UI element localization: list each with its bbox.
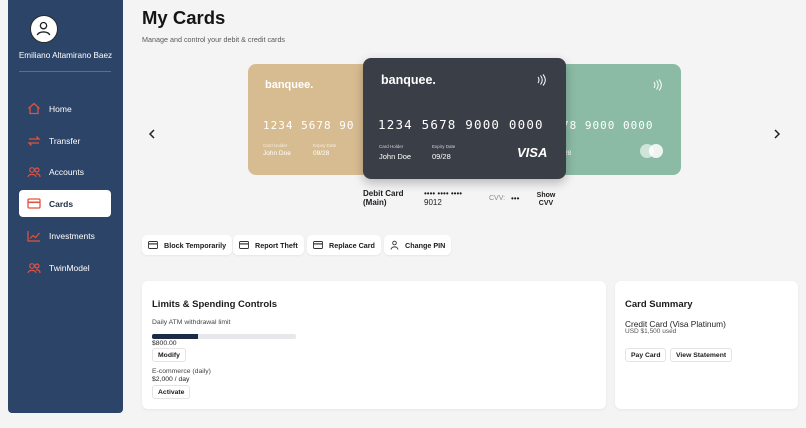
show-cvv-line: CVV [538, 200, 554, 207]
card-main[interactable]: banquee. 1234 5678 9000 0000 Card Holder… [363, 58, 566, 179]
chevron-left-icon [148, 129, 155, 139]
pin-icon [390, 240, 399, 250]
summary-used: USD $1,500 used [625, 328, 677, 335]
page-title: My Cards [142, 7, 226, 28]
card-type-line: (Main) [363, 198, 387, 207]
view-statement-button[interactable]: View Statement [670, 348, 733, 362]
contactless-icon [653, 79, 662, 91]
card-summary-panel: Card Summary Credit Card (Visa Platinum)… [615, 281, 798, 409]
sidebar-item-accounts[interactable]: Accounts [19, 158, 111, 185]
accounts-icon [19, 158, 49, 185]
sidebar-item-label: Home [49, 103, 72, 114]
card-icon [19, 190, 49, 217]
report-theft-button[interactable]: Report Theft [233, 235, 304, 255]
card-holder-label: Card Holder [263, 143, 288, 148]
user-name: Emiliano Altamirano Baez [18, 51, 113, 60]
atm-limit-value: $800.00 [152, 340, 177, 347]
home-icon [19, 95, 49, 122]
carousel-prev-button[interactable] [144, 126, 160, 142]
atm-limit-progress-fill [152, 334, 199, 339]
atm-limit-progress [152, 334, 296, 339]
sidebar-item-twinmodel[interactable]: TwinModel [19, 254, 111, 281]
card-expiry-label: Expiry Date [432, 144, 456, 149]
cvv-value: ••• [511, 194, 520, 203]
avatar[interactable] [30, 15, 58, 43]
button-label: Report Theft [255, 240, 298, 250]
change-pin-button[interactable]: Change PIN [384, 235, 452, 255]
carousel-next-button[interactable] [769, 126, 785, 142]
show-cvv-line: Show [536, 192, 556, 199]
sidebar-item-label: Investments [49, 230, 95, 241]
sidebar-item-transfer[interactable]: Transfer [19, 127, 111, 154]
show-cvv-button[interactable]: Show CVV [534, 192, 558, 208]
masked-number-line: 9012 [424, 198, 442, 207]
block-temporarily-button[interactable]: Block Temporarily [142, 235, 233, 255]
card-preview-right[interactable]: 78 9000 0000 28 [548, 64, 681, 175]
pay-card-button[interactable]: Pay Card [625, 348, 667, 362]
cvv-label: CVV: [489, 195, 506, 202]
ecommerce-label: E-commerce (daily) [152, 368, 211, 375]
card-expiry: 09/28 [313, 150, 330, 157]
card-expiry: 09/28 [432, 152, 451, 161]
button-label: Change PIN [405, 240, 446, 250]
chevron-right-icon [774, 129, 781, 139]
card-holder: John Doe [263, 150, 291, 157]
sidebar-item-label: TwinModel [49, 262, 90, 273]
sidebar-item-label: Accounts [49, 166, 84, 177]
visa-logo: VISA [517, 145, 548, 160]
card-type-label: Debit Card (Main) [363, 189, 403, 207]
transfer-icon [19, 127, 49, 154]
sidebar-item-label: Transfer [49, 135, 81, 146]
card-number: 1234 5678 9000 0000 [378, 117, 544, 132]
card-holder-label: Card Holder [379, 144, 404, 149]
sidebar-item-investments[interactable]: Investments [19, 222, 111, 249]
card-number: 1234 5678 90 [263, 119, 355, 132]
card-preview-left[interactable]: banquee. 1234 5678 90 Card Holder John D… [248, 64, 378, 175]
replace-card-button[interactable]: Replace Card [307, 235, 381, 255]
ecommerce-value: $2,000 / day [152, 376, 190, 383]
sidebar-item-label: Cards [49, 198, 74, 209]
card-brand: banquee. [381, 73, 436, 87]
twinmodel-icon [19, 254, 49, 281]
masked-number-line: •••• •••• •••• [424, 189, 463, 198]
user-icon [36, 21, 51, 36]
sidebar-divider [19, 71, 111, 72]
atm-limit-label: Daily ATM withdrawal limit [152, 319, 231, 326]
card-icon [239, 241, 249, 249]
masked-card-number: •••• •••• •••• 9012 [424, 189, 462, 207]
card-holder: John Doe [379, 152, 412, 161]
card-type-line: Debit Card [363, 189, 404, 198]
button-label: Replace Card [329, 240, 375, 250]
chart-icon [19, 222, 49, 249]
limits-panel: Limits & Spending Controls Daily ATM wit… [142, 281, 606, 409]
modify-button[interactable]: Modify [152, 348, 186, 362]
page-subtitle: Manage and control your debit & credit c… [142, 35, 286, 44]
button-label: Block Temporarily [164, 240, 227, 250]
sidebar-item-home[interactable]: Home [19, 95, 111, 122]
card-summary-title: Card Summary [625, 299, 693, 310]
mastercard-logo-icon [640, 144, 664, 158]
sidebar-item-cards[interactable]: Cards [19, 190, 111, 217]
card-expiry-label: Expiry Date [313, 143, 337, 148]
limits-title: Limits & Spending Controls [152, 299, 278, 310]
sidebar: Emiliano Altamirano Baez Home Transfer A… [8, 0, 123, 413]
contactless-icon [537, 74, 546, 86]
card-icon [148, 241, 158, 249]
card-icon [313, 241, 323, 249]
card-brand: banquee. [265, 79, 314, 91]
card-number: 78 9000 0000 [562, 119, 654, 132]
activate-button[interactable]: Activate [152, 385, 191, 399]
